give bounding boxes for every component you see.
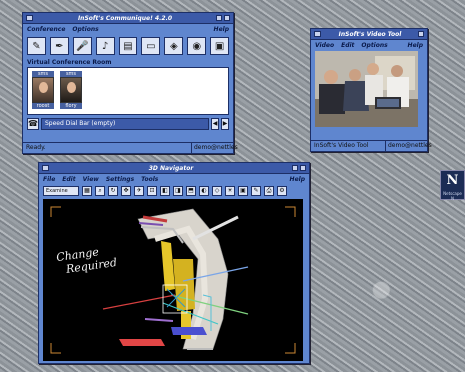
menu-help[interactable]: Help xyxy=(214,26,229,33)
menu-help[interactable]: Help xyxy=(408,42,423,49)
video-titlebar[interactable]: InSoft's Video Tool xyxy=(311,29,427,40)
participant-card[interactable]: sms roost xyxy=(32,71,54,111)
settings-icon[interactable]: ⚙ xyxy=(277,185,287,196)
menu-view[interactable]: View xyxy=(83,176,99,183)
monitor-icon[interactable]: ▭ xyxy=(141,37,161,55)
side-view-icon[interactable]: ◨ xyxy=(173,185,183,196)
navigator-window: 3D Navigator File Edit View Settings Too… xyxy=(38,162,310,364)
video-frame-image xyxy=(315,51,418,127)
netscape-icon-label: Netscape N xyxy=(443,191,462,201)
front-view-icon[interactable]: ◧ xyxy=(160,185,170,196)
sharing-icon[interactable]: ▤ xyxy=(118,37,138,55)
speaker-icon[interactable]: ◈ xyxy=(164,37,184,55)
menu-tools[interactable]: Tools xyxy=(141,176,158,183)
maximize-icon[interactable] xyxy=(300,165,306,171)
zoom-icon[interactable]: ⌕ xyxy=(95,185,105,196)
window-menu-icon[interactable] xyxy=(26,15,33,21)
window-menu-icon[interactable] xyxy=(314,31,321,37)
video-status-text: InSoft's Video Tool xyxy=(314,142,369,149)
participant-name: roost xyxy=(32,103,54,109)
menu-file[interactable]: File xyxy=(43,176,55,183)
video-title: InSoft's Video Tool xyxy=(338,30,402,38)
fly-icon[interactable]: ✈ xyxy=(134,185,144,196)
menu-options[interactable]: Options xyxy=(72,26,98,33)
participant-card[interactable]: sms flory xyxy=(60,71,82,111)
3d-viewport[interactable]: Change Required xyxy=(43,199,303,361)
navigator-title: 3D Navigator xyxy=(148,164,194,172)
annotate-icon[interactable]: ✎ xyxy=(251,185,261,196)
communique-window: InSoft's Communique! 4.2.0 Conference Op… xyxy=(22,12,238,154)
menu-options[interactable]: Options xyxy=(361,42,387,49)
communique-title: InSoft's Communique! 4.2.0 xyxy=(77,14,173,22)
menu-conference[interactable]: Conference xyxy=(27,26,65,33)
netscape-desktop-icon[interactable]: N Netscape N xyxy=(440,170,465,201)
navigator-toolbar: Examine ▦ ⌕ ↻ ✥ ✈ ⊡ ◧ ◨ ⬒ ◐ ◇ ☀ ▣ ✎ ⎙ ⚙ xyxy=(39,184,309,197)
minimize-icon[interactable] xyxy=(292,165,298,171)
pen-icon[interactable]: ✒ xyxy=(49,37,69,55)
capture-icon[interactable]: ▣ xyxy=(238,185,248,196)
maximize-icon[interactable] xyxy=(224,15,230,21)
scroll-left-icon[interactable]: ◀ xyxy=(211,118,219,130)
mode-select[interactable]: Examine xyxy=(43,185,79,196)
print-icon[interactable]: ⎙ xyxy=(264,185,274,196)
rotate-icon[interactable]: ↻ xyxy=(108,185,118,196)
scroll-right-icon[interactable]: ▶ xyxy=(221,118,229,130)
audio-icon[interactable]: ♪ xyxy=(95,37,115,55)
fit-icon[interactable]: ⊡ xyxy=(147,185,157,196)
communique-titlebar[interactable]: InSoft's Communique! 4.2.0 xyxy=(23,13,233,24)
pan-icon[interactable]: ✥ xyxy=(121,185,131,196)
menu-edit[interactable]: Edit xyxy=(341,42,354,49)
menu-edit[interactable]: Edit xyxy=(62,176,75,183)
wireframe-icon[interactable]: ◇ xyxy=(212,185,222,196)
grid-icon[interactable]: ▦ xyxy=(82,185,92,196)
navigator-titlebar[interactable]: 3D Navigator xyxy=(39,163,309,174)
communique-statusbar: Ready. demo@nettles xyxy=(23,142,238,153)
speed-dial-bar: ☎ Speed Dial Bar (empty) ◀ ▶ xyxy=(27,118,229,130)
status-text: Ready. xyxy=(26,144,46,151)
cad-model-render xyxy=(50,206,296,354)
speed-dial-field[interactable]: Speed Dial Bar (empty) xyxy=(41,118,209,130)
navigator-menubar: File Edit View Settings Tools Help xyxy=(39,174,309,184)
video-host-text: demo@nettles xyxy=(385,141,432,151)
participant-photo xyxy=(32,77,54,103)
video-capture-icon[interactable]: ▣ xyxy=(210,37,230,55)
microphone-icon[interactable]: 🎤 xyxy=(72,37,92,55)
participants-panel: sms roost sms flory xyxy=(27,67,229,115)
shade-icon[interactable]: ◐ xyxy=(199,185,209,196)
communique-toolbar: ✎ ✒ 🎤 ♪ ▤ ▭ ◈ ◉ ▣ xyxy=(23,34,233,58)
whiteboard-icon[interactable]: ✎ xyxy=(27,37,46,55)
camera-icon[interactable]: ◉ xyxy=(187,37,207,55)
top-view-icon[interactable]: ⬒ xyxy=(186,185,196,196)
video-tool-window: InSoft's Video Tool Video Edit Options H… xyxy=(310,28,432,152)
section-title: Virtual Conference Room xyxy=(27,59,112,66)
video-feed xyxy=(315,51,418,127)
window-menu-icon[interactable] xyxy=(42,165,49,171)
netscape-logo-icon: N xyxy=(446,173,459,188)
minimize-icon[interactable] xyxy=(216,15,222,21)
phone-icon[interactable]: ☎ xyxy=(27,118,39,130)
participant-photo xyxy=(60,77,82,103)
menu-help[interactable]: Help xyxy=(290,176,305,183)
menu-video[interactable]: Video xyxy=(315,42,334,49)
video-menubar: Video Edit Options Help xyxy=(311,40,427,50)
menu-settings[interactable]: Settings xyxy=(106,176,134,183)
minimize-icon[interactable] xyxy=(418,31,424,37)
light-icon[interactable]: ☀ xyxy=(225,185,235,196)
communique-menubar: Conference Options Help xyxy=(23,24,233,34)
participant-name: flory xyxy=(60,103,82,109)
video-statusbar: InSoft's Video Tool demo@nettles xyxy=(311,140,432,151)
host-text: demo@nettles xyxy=(191,143,238,153)
